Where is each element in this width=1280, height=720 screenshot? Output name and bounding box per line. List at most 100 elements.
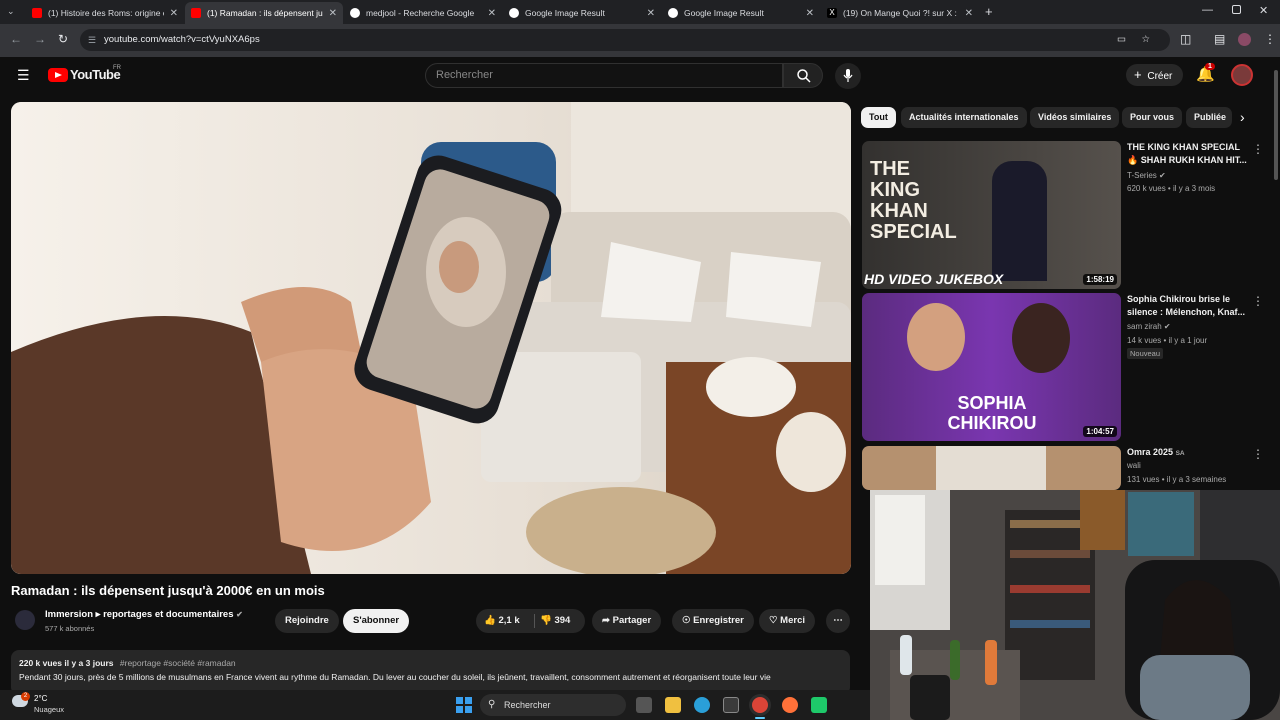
create-button[interactable]: + Créer	[1126, 64, 1183, 86]
channel-name[interactable]: Immersion ▸ reportages et documentaires …	[45, 609, 243, 620]
browser-tab-active[interactable]: (1) Ramadan : ils dépensent jus ✕	[185, 2, 343, 24]
recommendation-menu-icon[interactable]: ⋮	[1252, 294, 1264, 308]
browser-tab[interactable]: Google Image Result ✕	[662, 2, 820, 24]
more-actions-button[interactable]: ⋯	[826, 609, 850, 633]
menu-dots-icon[interactable]: ⋮	[1264, 32, 1276, 46]
recommendation-channel[interactable]: sam zirah ✔	[1127, 322, 1171, 331]
task-view-icon[interactable]	[636, 697, 652, 713]
recommendation-meta: 14 k vues • il y a 1 jour	[1127, 336, 1208, 345]
chip-international-news[interactable]: Actualités internationales	[901, 107, 1027, 128]
like-button[interactable]: 👍 2,1 k	[484, 609, 520, 633]
recommendation-title-suffix: SA	[1175, 450, 1185, 457]
video-player[interactable]	[11, 102, 851, 574]
video-duration: 1:58:19	[1083, 274, 1117, 285]
taskbar-search[interactable]: ⚲ Rechercher	[480, 694, 626, 716]
chip-published[interactable]: Publiée	[1186, 107, 1232, 128]
share-label: Partager	[612, 615, 652, 626]
webcam-frame	[870, 490, 1280, 720]
close-tab-icon[interactable]: ✕	[488, 8, 496, 19]
windows-start-icon[interactable]	[456, 697, 472, 713]
close-tab-icon[interactable]: ✕	[329, 8, 337, 19]
description-box[interactable]: 220 k vues il y a 3 jours #reportage #so…	[11, 650, 850, 695]
app-icon[interactable]	[811, 697, 827, 713]
description-text: Pendant 30 jours, près de 5 millions de …	[19, 672, 771, 682]
search-input[interactable]: Rechercher	[425, 63, 783, 88]
webcam-overlay	[870, 490, 1280, 720]
tab-search-icon[interactable]: ▤	[1214, 32, 1225, 46]
chips-next-chevron-icon[interactable]: ›	[1240, 109, 1245, 125]
file-explorer-icon[interactable]	[665, 697, 681, 713]
recommendation-title-text: Omra 2025	[1127, 447, 1174, 457]
share-button[interactable]: ➦ Partager	[592, 609, 662, 633]
new-tab-button[interactable]: +	[985, 4, 993, 19]
dislike-button[interactable]: 👎 394	[540, 609, 570, 633]
site-info-icon[interactable]: ☰	[88, 29, 96, 51]
browser-toolbar: ← → ↻ ☰ youtube.com/watch?v=ctVyuNXA6ps …	[0, 24, 1280, 57]
create-label: Créer	[1147, 71, 1173, 82]
user-avatar[interactable]	[1231, 64, 1253, 86]
hamburger-menu-icon[interactable]: ☰	[17, 67, 30, 84]
close-tab-icon[interactable]: ✕	[647, 8, 655, 19]
browser-tab[interactable]: (1) Histoire des Roms: origine e ✕	[26, 2, 184, 24]
close-tab-icon[interactable]: ✕	[965, 8, 973, 19]
youtube-logo-icon[interactable]	[48, 68, 68, 82]
recommendation-meta: 620 k vues • il y a 3 mois	[1127, 184, 1216, 193]
profile-avatar-icon[interactable]	[1238, 33, 1251, 46]
tab-list-chevron-icon[interactable]: ⌄	[7, 6, 15, 17]
join-button[interactable]: Rejoindre	[275, 609, 339, 633]
recommendation-thumbnail[interactable]	[862, 446, 1121, 490]
google-favicon-icon	[668, 8, 678, 18]
channel-avatar[interactable]	[15, 610, 35, 630]
hashtags[interactable]: #reportage #société #ramadan	[120, 658, 236, 668]
subscribe-button[interactable]: S'abonner	[343, 609, 410, 633]
recommendation-title[interactable]: THE KING KHAN SPECIAL 🔥 SHAH RUKH KHAN H…	[1127, 141, 1251, 167]
page-scrollbar[interactable]	[1274, 70, 1278, 180]
recommendation-menu-icon[interactable]: ⋮	[1252, 447, 1264, 461]
search-button[interactable]	[783, 63, 823, 88]
address-bar[interactable]: ☰ youtube.com/watch?v=ctVyuNXA6ps ▭ ☆	[80, 29, 1170, 51]
install-app-icon[interactable]: ▭	[1117, 29, 1126, 51]
views-and-date: 220 k vues il y a 3 jours	[19, 658, 114, 668]
chrome-browser-icon[interactable]	[752, 697, 768, 713]
save-button[interactable]: ☉ Enregistrer	[672, 609, 754, 633]
close-window-icon[interactable]: ✕	[1259, 4, 1268, 17]
recommendation-channel[interactable]: T-Series ✔	[1127, 171, 1166, 180]
chip-all[interactable]: Tout	[861, 107, 896, 128]
recommendation-menu-icon[interactable]: ⋮	[1252, 142, 1264, 156]
reload-icon[interactable]: ↻	[58, 32, 68, 46]
url-text: youtube.com/watch?v=ctVyuNXA6ps	[104, 34, 260, 45]
chip-for-you[interactable]: Pour vous	[1122, 107, 1183, 128]
recommendation-title[interactable]: Sophia Chikirou brise le silence : Mélen…	[1127, 293, 1251, 319]
recommendation-channel[interactable]: wali	[1127, 461, 1141, 470]
more-dots-icon: ⋯	[833, 615, 843, 626]
thumbnail-title-text: SOPHIA CHIKIROU	[947, 393, 1037, 433]
thanks-button[interactable]: ♡ Merci	[759, 609, 815, 633]
close-tab-icon[interactable]: ✕	[806, 8, 814, 19]
browser-tab[interactable]: X (19) On Mange Quoi ?! sur X : " ✕	[821, 2, 979, 24]
browser-tab[interactable]: medjool - Recherche Google ✕	[344, 2, 502, 24]
minimize-icon[interactable]: —	[1202, 4, 1213, 16]
close-tab-icon[interactable]: ✕	[170, 8, 178, 19]
dislike-count: 394	[554, 615, 571, 626]
bookmark-star-icon[interactable]: ☆	[1141, 29, 1150, 51]
forward-icon[interactable]: →	[34, 32, 46, 46]
firefox-browser-icon[interactable]	[782, 697, 798, 713]
back-icon[interactable]: ←	[10, 32, 22, 46]
active-app-indicator	[755, 717, 765, 719]
extensions-icon[interactable]: ◫	[1180, 32, 1191, 46]
edge-browser-icon[interactable]	[694, 697, 710, 713]
thumbs-up-icon: 👍	[484, 615, 496, 626]
super-thanks-icon: ♡	[769, 615, 778, 626]
maximize-icon[interactable]	[1232, 5, 1241, 14]
chip-similar-videos[interactable]: Vidéos similaires	[1030, 107, 1120, 128]
recommendation-title[interactable]: Omra 2025 SA	[1127, 446, 1251, 460]
recommendation-thumbnail[interactable]: THE KING KHAN SPECIAL HD VIDEO JUKEBOX 1…	[862, 141, 1121, 289]
voice-search-button[interactable]	[835, 63, 861, 89]
plus-icon: +	[1134, 67, 1142, 82]
like-dislike-group: 👍 2,1 k 👎 394	[476, 609, 585, 633]
weather-temperature[interactable]: 2°C	[34, 694, 47, 703]
divider	[534, 614, 535, 628]
browser-tab[interactable]: Google Image Result ✕	[503, 2, 661, 24]
recommendation-thumbnail[interactable]: SOPHIA CHIKIROU 1:04:57	[862, 293, 1121, 441]
store-icon[interactable]	[723, 697, 739, 713]
